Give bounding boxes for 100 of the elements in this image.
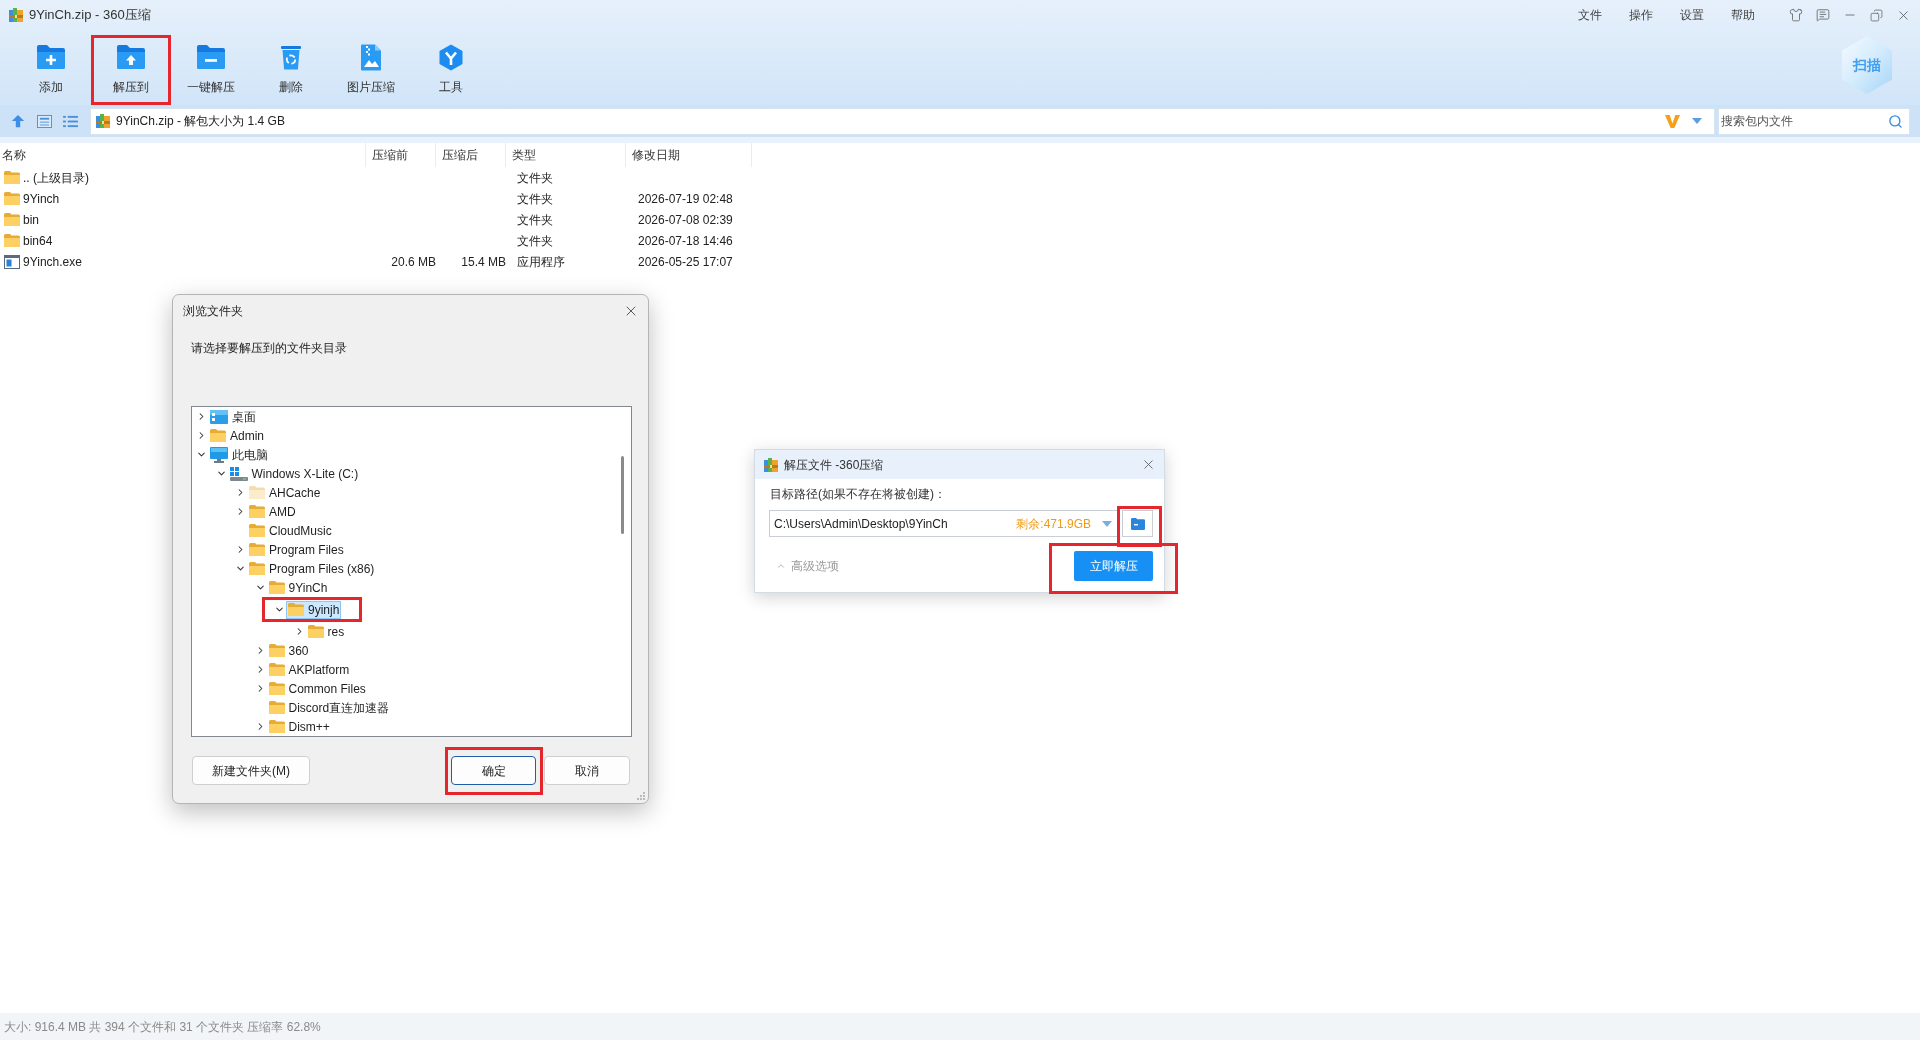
browse-folder-button[interactable] xyxy=(1122,510,1153,537)
toolbar-button[interactable]: 添加 xyxy=(11,35,91,105)
chevron-down-icon[interactable] xyxy=(274,604,285,615)
column-header[interactable]: 类型 xyxy=(512,146,536,164)
monitor-icon xyxy=(210,446,228,463)
tree-item[interactable]: AMD xyxy=(247,502,298,521)
close-icon[interactable] xyxy=(1141,457,1156,472)
folder-icon xyxy=(268,644,285,657)
table-cell-text: 2026-07-19 02:48 xyxy=(638,190,733,208)
dialog-title: 解压文件 -360压缩 xyxy=(784,456,884,474)
menu-item[interactable]: 文件 xyxy=(1578,6,1602,24)
dialog-button[interactable]: 取消 xyxy=(544,756,630,785)
table-cell-text: 文件夹 xyxy=(517,169,553,187)
toolbar-button[interactable]: 一键解压 xyxy=(171,35,251,105)
archive-icon xyxy=(763,456,779,473)
tree-item[interactable]: 9yinjh xyxy=(286,600,342,619)
folder-plus-icon xyxy=(36,44,66,71)
restore-icon[interactable] xyxy=(1870,8,1883,22)
menu-item[interactable]: 设置 xyxy=(1680,6,1704,24)
column-header[interactable]: 修改日期 xyxy=(632,146,680,164)
desktop-icon xyxy=(210,409,228,424)
folder-icon xyxy=(4,171,20,184)
tree-item[interactable]: 桌面 xyxy=(208,407,258,426)
toolbar-button[interactable]: 工具 xyxy=(411,35,491,105)
dialog-prompt: 请选择要解压到的文件夹目录 xyxy=(191,341,347,355)
table-cell-text: 15.4 MB xyxy=(461,253,506,271)
folder-icon xyxy=(268,682,285,695)
list-view-icon[interactable] xyxy=(63,114,78,128)
folder-icon xyxy=(288,603,304,616)
archive-icon xyxy=(95,113,111,129)
table-cell-text: 20.6 MB xyxy=(391,253,436,271)
folder-icon xyxy=(210,429,226,442)
chevron-down-icon[interactable] xyxy=(254,582,266,593)
column-header[interactable]: 压缩前 xyxy=(372,146,408,164)
table-cell-text: 2026-05-25 17:07 xyxy=(638,253,733,271)
file-name[interactable]: 9Yinch xyxy=(23,189,60,208)
table-cell-text: 文件夹 xyxy=(517,232,553,250)
resize-grip-icon[interactable] xyxy=(637,792,645,800)
tree-item[interactable]: 9YinCh xyxy=(266,578,330,597)
shirt-icon[interactable] xyxy=(1789,8,1803,22)
menu-item[interactable]: 操作 xyxy=(1629,6,1653,24)
menu-item[interactable]: 帮助 xyxy=(1731,6,1755,24)
window-title: 9YinCh.zip - 360压缩 xyxy=(29,6,151,25)
folder-icon xyxy=(4,234,20,247)
folder-icon xyxy=(249,562,265,575)
tree-item[interactable]: res xyxy=(305,622,347,641)
tree-item[interactable]: CloudMusic xyxy=(247,521,334,540)
application-icon xyxy=(4,254,20,269)
table-cell-text: 文件夹 xyxy=(517,190,553,208)
search-field[interactable]: 搜索包内文件 xyxy=(1718,107,1910,135)
dialog-button[interactable]: 新建文件夹(M) xyxy=(192,756,310,785)
folder-icon xyxy=(268,663,285,676)
folder-icon xyxy=(249,543,265,556)
column-header[interactable]: 名称 xyxy=(2,146,26,164)
details-view-icon[interactable] xyxy=(37,114,52,128)
chevron-right-icon[interactable] xyxy=(235,506,246,517)
dropdown-triangle-icon[interactable] xyxy=(1692,118,1702,124)
tree-item[interactable]: Program Files (x86) xyxy=(247,559,377,578)
tree-item[interactable]: 360 xyxy=(266,641,311,660)
folder-icon xyxy=(307,625,324,638)
tree-item[interactable]: Admin xyxy=(208,426,266,445)
column-header[interactable]: 压缩后 xyxy=(442,146,478,164)
drive-icon xyxy=(229,466,248,481)
folder-icon xyxy=(249,524,265,537)
folder-minus-icon xyxy=(196,44,226,71)
toolbar-button[interactable]: 删除 xyxy=(251,35,331,105)
message-icon[interactable] xyxy=(1816,8,1830,22)
tree-item[interactable]: Program Files xyxy=(247,540,346,559)
tree-item[interactable]: Common Files xyxy=(266,679,368,698)
toolbar-button[interactable]: 图片压缩 xyxy=(331,35,411,105)
archive-icon xyxy=(8,7,24,23)
tree-item[interactable]: 此电脑 xyxy=(208,445,270,464)
tree-item[interactable]: Discord直连加速器 xyxy=(266,698,392,717)
chevron-down-icon[interactable] xyxy=(215,468,227,479)
folder-icon xyxy=(4,213,20,226)
table-cell-text: 文件夹 xyxy=(517,211,553,229)
tree-item[interactable]: Dism++ xyxy=(266,717,332,736)
table-cell-text: 2026-07-08 02:39 xyxy=(638,211,733,229)
tree-item[interactable]: AKPlatform xyxy=(266,660,352,679)
up-arrow-icon[interactable] xyxy=(11,114,25,128)
folder-icon xyxy=(268,720,285,733)
file-name[interactable]: 9Yinch.exe xyxy=(23,252,82,271)
free-space-label: 剩余:471.9GB xyxy=(1016,515,1091,533)
path-combobox[interactable]: C:\Users\Admin\Desktop\9YinCh 剩余:471.9GB xyxy=(769,510,1118,537)
tree-item[interactable]: Windows X-Lite (C:) xyxy=(227,464,361,483)
address-field[interactable]: 9YinCh.zip - 解包大小为 1.4 GB xyxy=(90,107,1715,135)
file-name[interactable]: bin xyxy=(23,210,39,229)
table-cell-text: 应用程序 xyxy=(517,253,565,271)
dialog-button[interactable]: 确定 xyxy=(451,756,536,785)
file-name[interactable]: .. (上级目录) xyxy=(23,168,89,187)
tree-item[interactable]: AHCache xyxy=(247,483,323,502)
file-name[interactable]: bin64 xyxy=(23,231,53,250)
chevron-down-icon[interactable] xyxy=(196,449,207,460)
search-icon[interactable] xyxy=(1888,113,1903,129)
folder-icon xyxy=(268,581,285,594)
dialog-title: 浏览文件夹 xyxy=(183,302,243,320)
folder-icon xyxy=(1130,517,1145,530)
chevron-down-icon[interactable] xyxy=(235,563,246,574)
chevron-up-icon xyxy=(776,561,786,571)
scrollbar-thumb[interactable] xyxy=(621,456,624,534)
